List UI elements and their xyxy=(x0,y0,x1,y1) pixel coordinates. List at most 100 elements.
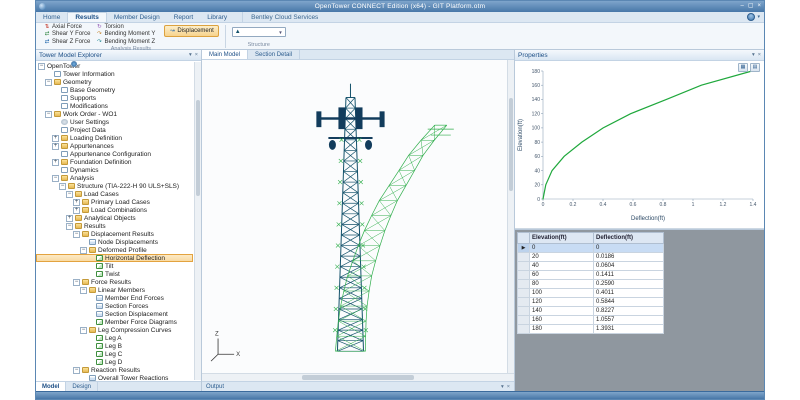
scrollbar-thumb[interactable] xyxy=(301,375,415,380)
collapse-toggle-icon[interactable]: − xyxy=(73,366,80,374)
tree-item-overall-tower-reactions[interactable]: Overall Tower Reactions xyxy=(36,374,193,381)
ribbon-item-axial-force[interactable]: ⇅ Axial Force xyxy=(43,24,91,30)
ribbon-item-bending-moment-y[interactable]: ↷ Bending Moment Y xyxy=(95,31,156,37)
row-header[interactable]: ▶ xyxy=(517,243,530,253)
bottom-tab-model[interactable]: Model xyxy=(36,382,67,391)
table-cell[interactable]: 80 xyxy=(529,279,594,289)
structure-dropdown[interactable]: ▲ ▼ xyxy=(231,27,286,37)
tree-item-section-forces[interactable]: Section Forces xyxy=(36,302,193,310)
close-button[interactable]: × xyxy=(757,3,761,10)
table-cell[interactable]: 100 xyxy=(529,288,594,298)
tree-item-opentower[interactable]: − OpenTower xyxy=(36,61,193,70)
row-header[interactable] xyxy=(517,252,530,262)
ribbon-item-torsion[interactable]: ↻ Torsion xyxy=(95,24,156,30)
column-header-deflection-ft[interactable]: Deflection(ft) xyxy=(593,232,664,244)
model-canvas[interactable]: ZX xyxy=(202,60,514,374)
row-header[interactable] xyxy=(517,306,530,316)
tree-item-member-end-forces[interactable]: Member End Forces xyxy=(36,294,193,302)
expand-toggle-icon[interactable]: + xyxy=(73,198,80,206)
tree-item-load-combinations[interactable]: + Load Combinations xyxy=(36,206,193,214)
row-header[interactable] xyxy=(517,288,530,298)
table-cell[interactable]: 0.8227 xyxy=(593,306,664,316)
table-cell[interactable]: 160 xyxy=(529,315,594,325)
row-header[interactable] xyxy=(517,297,530,307)
tree-item-base-geometry[interactable]: Base Geometry xyxy=(36,86,193,94)
tree-item-tilt[interactable]: Tilt xyxy=(36,262,193,270)
table-cell[interactable]: 1.0557 xyxy=(593,315,664,325)
tree-item-leg-compression-curves[interactable]: − Leg Compression Curves xyxy=(36,326,193,334)
tree-item-leg-b[interactable]: Leg B xyxy=(36,342,193,350)
ribbon-tab-library[interactable]: Library xyxy=(200,12,234,22)
table-cell[interactable]: 20 xyxy=(529,252,594,262)
table-cell[interactable]: 0.4011 xyxy=(593,288,664,298)
expand-toggle-icon[interactable]: + xyxy=(66,214,73,222)
document-tab-main-model[interactable]: Main Model xyxy=(202,50,249,59)
table-cell[interactable]: 180 xyxy=(529,324,594,334)
table-row[interactable]: 80 0.2590 xyxy=(517,279,664,289)
tree-item-tower-information[interactable]: Tower Information xyxy=(36,70,193,78)
row-header[interactable] xyxy=(517,315,530,325)
table-cell[interactable]: 0 xyxy=(529,243,594,253)
tree-item-horizontal-deflection[interactable]: Horizontal Deflection xyxy=(36,254,193,262)
tree-item-modifications[interactable]: Modifications xyxy=(36,102,193,110)
bottom-tab-design[interactable]: Design xyxy=(66,382,99,391)
tree-item-primary-load-cases[interactable]: + Primary Load Cases xyxy=(36,198,193,206)
titlebar[interactable]: OpenTower CONNECT Edition (x64) - GIT Pl… xyxy=(36,1,764,12)
collapse-toggle-icon[interactable]: − xyxy=(73,230,80,238)
ribbon-tab-report[interactable]: Report xyxy=(167,12,201,22)
table-row[interactable]: 20 0.0186 xyxy=(517,252,664,262)
panel-collapse-icon[interactable]: ▾ xyxy=(189,52,192,58)
row-header[interactable] xyxy=(517,270,530,280)
table-row[interactable]: 180 1.3931 xyxy=(517,324,664,334)
expand-toggle-icon[interactable]: + xyxy=(52,142,59,150)
table-cell[interactable]: 0.5844 xyxy=(593,297,664,307)
maximize-button[interactable]: ▢ xyxy=(748,3,754,10)
tree-item-foundation-definition[interactable]: + Foundation Definition xyxy=(36,158,193,166)
table-cell[interactable]: 1.3931 xyxy=(593,324,664,334)
canvas-vertical-scrollbar[interactable] xyxy=(507,60,514,373)
cloud-services-label[interactable]: Bentley Cloud Services xyxy=(242,12,326,22)
table-row[interactable]: ▶ 0 0 xyxy=(517,243,664,253)
tree-item-displacement-results[interactable]: − Displacement Results xyxy=(36,230,193,238)
tree-item-structure-tia-222-h-90-uls-sls[interactable]: − Structure (TIA-222-H 90 ULS+SLS) xyxy=(36,182,193,190)
tree-item-member-force-diagrams[interactable]: Member Force Diagrams xyxy=(36,318,193,326)
collapse-toggle-icon[interactable]: − xyxy=(38,62,45,70)
chart-view-icon[interactable]: ▦ xyxy=(738,63,748,72)
collapse-toggle-icon[interactable]: − xyxy=(66,222,73,230)
output-close-icon[interactable]: × xyxy=(507,384,510,390)
tree-item-leg-d[interactable]: Leg D xyxy=(36,358,193,366)
column-header-elevation-ft[interactable]: Elevation(ft) xyxy=(529,232,594,244)
expand-toggle-icon[interactable]: + xyxy=(52,158,59,166)
table-cell[interactable]: 60 xyxy=(529,270,594,280)
row-header[interactable] xyxy=(517,279,530,289)
ribbon-tab-home[interactable]: Home xyxy=(36,12,67,22)
table-row[interactable]: 60 0.1411 xyxy=(517,270,664,280)
user-avatar-icon[interactable] xyxy=(747,13,756,21)
table-cell[interactable]: 140 xyxy=(529,306,594,316)
collapse-toggle-icon[interactable]: − xyxy=(80,326,87,334)
canvas-horizontal-scrollbar[interactable] xyxy=(202,374,514,381)
tree-item-appurtenances[interactable]: + Appurtenances xyxy=(36,142,193,150)
tree-item-reaction-results[interactable]: − Reaction Results xyxy=(36,366,193,374)
collapse-toggle-icon[interactable]: − xyxy=(73,278,80,286)
tree-item-user-settings[interactable]: User Settings xyxy=(36,118,193,126)
tree-item-appurtenance-configuration[interactable]: Appurtenance Configuration xyxy=(36,150,193,158)
ribbon-item-shear-y-force[interactable]: ⇄ Shear Y Force xyxy=(43,31,91,37)
collapse-toggle-icon[interactable]: − xyxy=(80,246,87,254)
tree-item-dynamics[interactable]: Dynamics xyxy=(36,166,193,174)
collapse-toggle-icon[interactable]: − xyxy=(45,110,52,118)
minimize-button[interactable]: – xyxy=(740,3,743,10)
table-cell[interactable]: 120 xyxy=(529,297,594,307)
tree-item-linear-members[interactable]: − Linear Members xyxy=(36,286,193,294)
tree-item-section-displacement[interactable]: Section Displacement xyxy=(36,310,193,318)
tree-item-node-displacements[interactable]: Node Displacements xyxy=(36,238,193,246)
scrollbar-thumb[interactable] xyxy=(509,97,513,192)
tree-item-leg-a[interactable]: Leg A xyxy=(36,334,193,342)
tree-item-analytical-objects[interactable]: + Analytical Objects xyxy=(36,214,193,222)
tree-item-leg-c[interactable]: Leg C xyxy=(36,350,193,358)
table-cell[interactable]: 0.1411 xyxy=(593,270,664,280)
tree-item-project-data[interactable]: Project Data xyxy=(36,126,193,134)
tree-item-loading-definition[interactable]: + Loading Definition xyxy=(36,134,193,142)
table-cell[interactable]: 0.0604 xyxy=(593,261,664,271)
chevron-down-icon[interactable]: ▾ xyxy=(757,14,760,20)
